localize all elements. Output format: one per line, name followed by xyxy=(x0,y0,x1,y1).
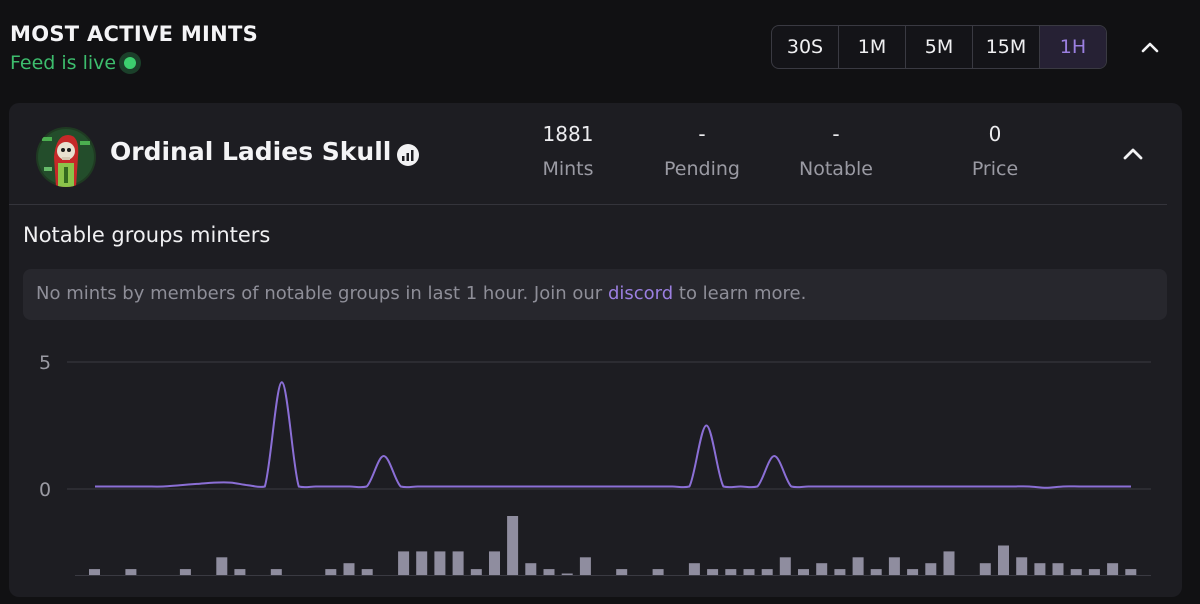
chevron-up-icon xyxy=(1141,42,1159,53)
header-title: MOST ACTIVE MINTS xyxy=(10,22,259,46)
mint-volume-bar xyxy=(707,569,719,575)
mint-volume-bar xyxy=(507,516,519,575)
mint-volume-bar xyxy=(943,551,955,575)
mint-volume-bar xyxy=(125,569,137,575)
mint-volume-bar xyxy=(779,557,791,575)
mint-volume-bar xyxy=(1088,569,1100,575)
mint-volume-bar xyxy=(398,551,410,575)
mint-volume-bar xyxy=(416,551,428,575)
mint-volume-bar xyxy=(816,563,828,575)
mint-volume-bar xyxy=(452,551,464,575)
mint-volume-bar xyxy=(579,557,591,575)
mint-volume-bar xyxy=(979,563,991,575)
time-filter-1m[interactable]: 1M xyxy=(839,26,906,68)
mint-volume-bar xyxy=(798,569,809,575)
mint-volume-bar xyxy=(361,569,373,575)
mint-volume-bar xyxy=(1107,563,1119,575)
mint-volume-bar xyxy=(688,563,700,575)
feed-status: Feed is live xyxy=(10,52,137,74)
mint-volume-bar xyxy=(925,563,937,575)
mint-volume-bar xyxy=(998,545,1009,575)
mint-line-series xyxy=(94,381,1131,489)
mint-volume-bar xyxy=(761,569,773,575)
mint-volume-bar xyxy=(1052,563,1064,575)
mint-volume-bar xyxy=(1016,557,1028,575)
mint-activity-chart: 50 xyxy=(39,352,1151,576)
mint-volume-bar xyxy=(325,569,337,575)
mint-volume-bar xyxy=(89,569,100,575)
time-filter-30s[interactable]: 30S xyxy=(772,26,839,68)
time-filter-15m[interactable]: 15M xyxy=(973,26,1040,68)
live-indicator-icon xyxy=(124,57,137,69)
collection-card: Ordinal Ladies Skull 1881 Mints - Pendin… xyxy=(9,103,1182,597)
mint-volume-bar xyxy=(216,557,228,575)
mint-volume-bar xyxy=(870,569,882,575)
feed-status-label: Feed is live xyxy=(10,52,117,74)
time-filter: 30S 1M 5M 15M 1H xyxy=(771,25,1107,69)
mint-volume-bar xyxy=(1070,569,1082,575)
mint-volume-bar xyxy=(343,563,355,575)
mint-volume-bar xyxy=(489,551,500,575)
mint-volume-bar xyxy=(652,569,664,575)
mint-volume-bar xyxy=(561,573,573,575)
y-tick-label: 0 xyxy=(39,479,51,501)
mint-volume-bar xyxy=(852,557,864,575)
mint-volume-bar xyxy=(179,569,191,575)
mint-volume-bar xyxy=(434,551,446,575)
time-filter-1h[interactable]: 1H xyxy=(1040,26,1106,68)
mint-volume-bar xyxy=(834,569,846,575)
mint-volume-bar xyxy=(888,557,900,575)
mint-volume-bar xyxy=(1034,563,1046,575)
mint-volume-bar xyxy=(470,569,482,575)
collapse-section-button[interactable] xyxy=(1138,36,1162,58)
y-tick-label: 5 xyxy=(39,352,51,374)
mint-volume-bar xyxy=(725,569,737,575)
time-filter-5m[interactable]: 5M xyxy=(906,26,973,68)
mint-volume-bar xyxy=(616,569,628,575)
mint-volume-bar xyxy=(543,569,555,575)
mint-volume-bar xyxy=(1125,569,1137,575)
mint-volume-bar xyxy=(234,569,246,575)
mint-volume-bar xyxy=(743,569,755,575)
mint-volume-bar xyxy=(270,569,282,575)
mint-volume-bar xyxy=(907,569,919,575)
mint-volume-bar xyxy=(525,563,537,575)
